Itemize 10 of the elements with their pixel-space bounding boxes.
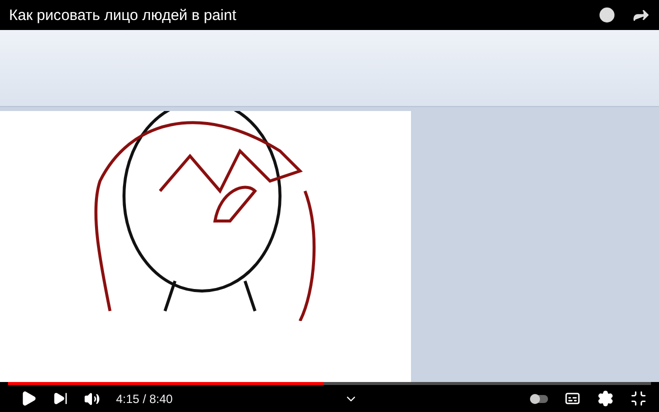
settings-icon[interactable] (597, 390, 614, 407)
progress-track[interactable] (8, 382, 651, 385)
exit-fullscreen-icon[interactable] (630, 390, 647, 407)
captions-icon[interactable] (564, 390, 581, 407)
video-title: Как рисовать лицо людей в paint (9, 6, 238, 24)
next-icon[interactable] (53, 391, 68, 406)
time-display: 4:15 / 8:40 (116, 392, 173, 406)
play-icon[interactable] (20, 390, 37, 407)
volume-icon[interactable] (84, 390, 100, 406)
autoplay-toggle[interactable] (530, 394, 548, 402)
